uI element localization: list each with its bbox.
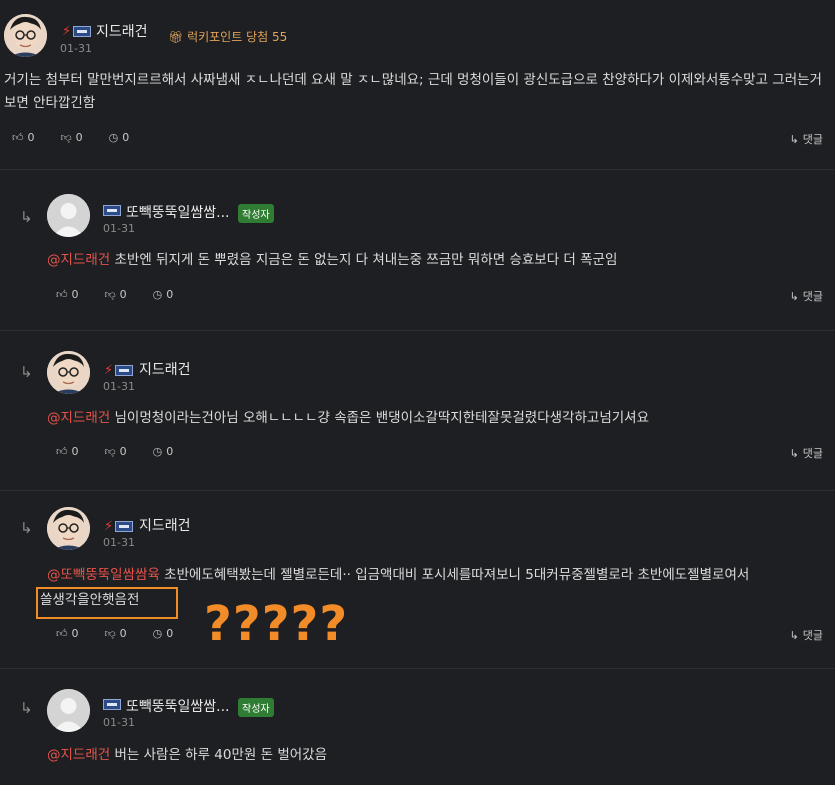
reply-indent-icon: ↳ [20,208,33,226]
reply-button[interactable]: ↳ 댓글 [790,627,823,643]
comment-date: 01-31 [103,536,135,549]
comment-text: @지드래건 초반엔 뒤지게 돈 뿌렸음 지금은 돈 없는지 다 쳐내는중 쯔금만… [47,252,618,268]
reply-arrow-icon: ↳ [789,132,799,146]
thumbs-up-icon: 👍︎ [56,627,68,640]
reply-button[interactable]: ↳ 댓글 [790,131,823,147]
clock-icon: ◷ [152,288,163,301]
level-icons: ⚡ [62,24,92,39]
other-reaction-button[interactable]: ◷ 0 [153,288,174,301]
avatar[interactable] [4,14,47,57]
level-icons [103,205,121,216]
comment-text: @지드래건 님이멍청이라는건아님 오해ㄴㄴㄴㄴ걍 속좁은 밴댕이소갈딱지한테잘못… [47,410,649,426]
highlight-box [36,587,178,619]
thumbs-down-icon: 👎︎ [104,627,116,640]
comment-actions: 👍︎ 0 👎︎ 0 ◷ 0 [56,288,173,301]
level-flag-icon [103,205,121,216]
level-flag-icon [103,699,121,710]
question-marks-annotation: ????? [204,596,349,652]
lightning-icon: ⚡ [104,363,114,378]
other-reaction-button[interactable]: ◷ 0 [153,627,174,640]
comment-date: 01-31 [103,222,135,235]
author-nickname[interactable]: 지드래건 [96,21,148,41]
reply-indent-icon: ↳ [20,363,33,381]
reply-arrow-icon: ↳ [789,628,799,642]
comment-5: ↳ 또빽뚱뚝일쌈쌈... 작성자 01-31 @지드래건 버는 사람은 하루 4… [0,668,835,785]
face-avatar-icon [4,14,47,57]
dislike-button[interactable]: 👎︎ 0 [61,131,83,144]
reply-indent-icon: ↳ [20,699,33,717]
level-icons: ⚡ [104,363,134,378]
level-flag-icon [115,365,134,376]
mention[interactable]: @지드래건 [47,410,110,426]
mention[interactable]: @지드래건 [47,252,110,268]
comment-4: ↳ ⚡ 지드래건 01-31 @또빽뚱뚝일쌈쌈육 초반에도혜택봤는데 젤별로든데… [0,490,835,668]
reply-button[interactable]: ↳ 댓글 [790,445,823,461]
comment-1: ⚡ 지드래건 🎁︎ 럭키포인트 당첨 55 01-31 거기는 첨부터 말만번지… [0,0,835,169]
avatar[interactable] [47,689,90,732]
lightning-icon: ⚡ [104,519,114,534]
avatar[interactable] [47,194,90,237]
clock-icon: ◷ [108,131,119,144]
lightning-icon: ⚡ [62,24,72,39]
reply-arrow-icon: ↳ [789,289,799,303]
comment-actions: 👍︎ 0 👎︎ 0 ◷ 0 [56,445,173,458]
comment-2: ↳ 또빽뚱뚝일쌈쌈... 작성자 01-31 @지드래건 초반엔 뒤지게 돈 뿌… [0,170,835,330]
like-button[interactable]: 👍︎ 0 [56,288,79,301]
thumbs-up-icon: 👍︎ [56,288,68,301]
thumbs-up-icon: 👍︎ [56,445,68,458]
like-button[interactable]: 👍︎ 0 [12,131,35,144]
comment-actions: 👍︎ 0 👎︎ 0 ◷ 0 [12,131,129,144]
like-button[interactable]: 👍︎ 0 [56,445,79,458]
author-nickname[interactable]: 또빽뚱뚝일쌈쌈... [126,696,230,716]
other-reaction-button[interactable]: ◷ 0 [109,131,130,144]
mention[interactable]: @또빽뚱뚝일쌈쌈육 [47,567,160,583]
comment-actions: 👍︎ 0 👎︎ 0 ◷ 0 [56,627,173,640]
lucky-point-badge: 🎁︎ 럭키포인트 당첨 55 [168,30,288,44]
reply-button[interactable]: ↳ 댓글 [790,288,823,304]
dislike-button[interactable]: 👎︎ 0 [105,288,127,301]
comment-3: ↳ ⚡ 지드래건 01-31 @지드래건 님이멍청이라는건아님 오해ㄴㄴㄴㄴ걍 … [0,330,835,490]
comment-text: 거기는 첨부터 말만번지르르해서 사짜냄새 ㅈㄴ나던데 요새 말 ㅈㄴ많네요; … [4,72,822,111]
level-flag-icon [115,521,134,532]
level-icons: ⚡ [104,519,134,534]
reply-arrow-icon: ↳ [789,446,799,460]
face-avatar-icon [47,351,90,394]
mention[interactable]: @지드래건 [47,747,110,763]
comment-date: 01-31 [60,42,92,55]
avatar[interactable] [47,507,90,550]
comment-date: 01-31 [103,380,135,393]
default-user-icon [47,194,90,237]
like-button[interactable]: 👍︎ 0 [56,627,79,640]
author-nickname[interactable]: 지드래건 [139,359,191,379]
face-avatar-icon [47,507,90,550]
thumbs-down-icon: 👎︎ [104,445,116,458]
comment-text: @지드래건 버는 사람은 하루 40만원 돈 벌어갔음 [47,747,327,763]
other-reaction-button[interactable]: ◷ 0 [153,445,174,458]
thumbs-down-icon: 👎︎ [104,288,116,301]
dislike-button[interactable]: 👎︎ 0 [105,627,127,640]
gift-icon: 🎁︎ [168,30,184,44]
author-nickname[interactable]: 또빽뚱뚝일쌈쌈... [126,202,230,222]
comment-date: 01-31 [103,716,135,729]
thumbs-up-icon: 👍︎ [12,131,24,144]
default-user-icon [47,689,90,732]
avatar[interactable] [47,351,90,394]
author-badge: 작성자 [238,204,274,223]
clock-icon: ◷ [152,445,163,458]
author-badge: 작성자 [238,698,274,717]
dislike-button[interactable]: 👎︎ 0 [105,445,127,458]
comment-text: @또빽뚱뚝일쌈쌈육 초반에도혜택봤는데 젤별로든데·· 입금액대비 포시세를따져… [47,567,750,583]
author-nickname[interactable]: 지드래건 [139,515,191,535]
level-icons [103,699,121,710]
reply-indent-icon: ↳ [20,519,33,537]
level-flag-icon [73,26,92,37]
thumbs-down-icon: 👎︎ [60,131,72,144]
clock-icon: ◷ [152,627,163,640]
